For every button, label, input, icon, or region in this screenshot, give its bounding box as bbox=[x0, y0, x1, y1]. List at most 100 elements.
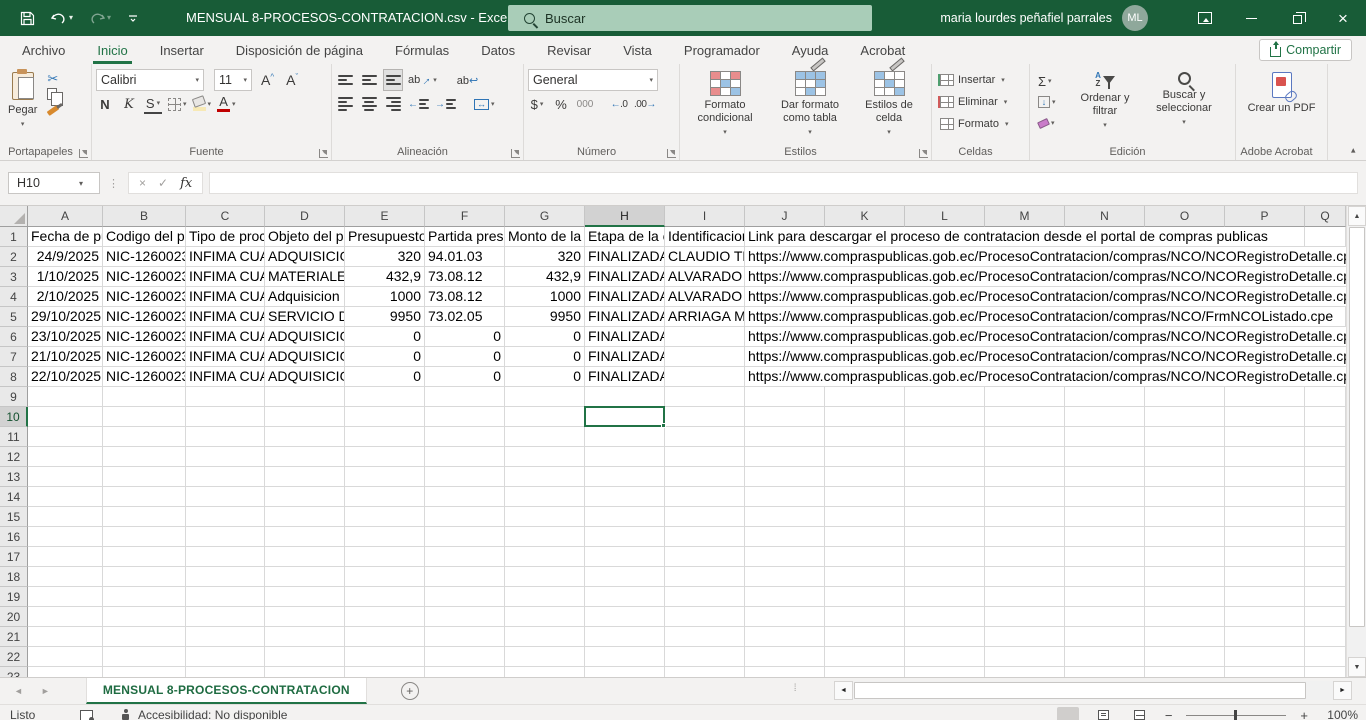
align-bottom-button[interactable] bbox=[384, 70, 402, 90]
cell-G18[interactable] bbox=[505, 567, 585, 587]
font-name-select[interactable]: Calibri bbox=[96, 69, 204, 91]
cell-A4[interactable]: 2/10/2025 bbox=[28, 287, 103, 307]
tab-programador[interactable]: Programador bbox=[668, 36, 776, 64]
column-header-H[interactable]: H bbox=[585, 206, 665, 227]
cell-J19[interactable] bbox=[745, 587, 825, 607]
cell-O21[interactable] bbox=[1145, 627, 1225, 647]
cell-D15[interactable] bbox=[265, 507, 345, 527]
cell-D4[interactable]: Adquisicion bbox=[265, 287, 345, 307]
cell-A16[interactable] bbox=[28, 527, 103, 547]
column-header-P[interactable]: P bbox=[1225, 206, 1305, 227]
cell-D5[interactable]: SERVICIO DE bbox=[265, 307, 345, 327]
cell-N9[interactable] bbox=[1065, 387, 1145, 407]
cell-D7[interactable]: ADQUISICIÓN bbox=[265, 347, 345, 367]
cell-O18[interactable] bbox=[1145, 567, 1225, 587]
zoom-level[interactable]: 100% bbox=[1322, 708, 1358, 720]
cell-B2[interactable]: NIC-1260023 bbox=[103, 247, 186, 267]
cell-G3[interactable]: 432,9 bbox=[505, 267, 585, 287]
cell-H19[interactable] bbox=[585, 587, 665, 607]
cell-C3[interactable]: INFIMA CUANTIA bbox=[186, 267, 265, 287]
sheet-tab-active[interactable]: MENSUAL 8-PROCESOS-CONTRATACION bbox=[86, 678, 367, 704]
cell-K14[interactable] bbox=[825, 487, 905, 507]
cell-K10[interactable] bbox=[825, 407, 905, 427]
cell-N16[interactable] bbox=[1065, 527, 1145, 547]
cell-O23[interactable] bbox=[1145, 667, 1225, 677]
cell-H18[interactable] bbox=[585, 567, 665, 587]
row-header-20[interactable]: 20 bbox=[0, 607, 28, 627]
cell-B19[interactable] bbox=[103, 587, 186, 607]
cell-Q20[interactable] bbox=[1305, 607, 1346, 627]
cell-C13[interactable] bbox=[186, 467, 265, 487]
cell-H22[interactable] bbox=[585, 647, 665, 667]
cell-C1[interactable]: Tipo de proceso bbox=[186, 227, 265, 247]
cell-C11[interactable] bbox=[186, 427, 265, 447]
font-color-button[interactable]: A bbox=[217, 94, 236, 114]
cell-K11[interactable] bbox=[825, 427, 905, 447]
name-box[interactable]: ▾ bbox=[8, 172, 100, 194]
cell-P19[interactable] bbox=[1225, 587, 1305, 607]
format-painter-icon[interactable] bbox=[47, 105, 60, 116]
sheet-nav-left-icon[interactable]: ◄ bbox=[14, 686, 23, 696]
vertical-scroll-thumb[interactable] bbox=[1349, 227, 1365, 627]
redo-button[interactable]: ▾ bbox=[89, 11, 111, 25]
cell-C21[interactable] bbox=[186, 627, 265, 647]
column-header-Q[interactable]: Q bbox=[1305, 206, 1346, 227]
cell-J5[interactable]: https://www.compraspublicas.gob.ec/Proce… bbox=[745, 307, 825, 327]
cell-Q15[interactable] bbox=[1305, 507, 1346, 527]
cell-J8[interactable]: https://www.compraspublicas.gob.ec/Proce… bbox=[745, 367, 825, 387]
cell-H23[interactable] bbox=[585, 667, 665, 677]
cell-P13[interactable] bbox=[1225, 467, 1305, 487]
cell-P22[interactable] bbox=[1225, 647, 1305, 667]
cell-B8[interactable]: NIC-1260023 bbox=[103, 367, 186, 387]
conditional-formatting-button[interactable]: Formato condicional bbox=[684, 68, 766, 142]
cell-F11[interactable] bbox=[425, 427, 505, 447]
cell-E5[interactable]: 9950 bbox=[345, 307, 425, 327]
cell-L19[interactable] bbox=[905, 587, 985, 607]
cell-N10[interactable] bbox=[1065, 407, 1145, 427]
account-area[interactable]: maria lourdes peñafiel parrales ML bbox=[940, 0, 1148, 36]
cell-I20[interactable] bbox=[665, 607, 745, 627]
cell-M13[interactable] bbox=[985, 467, 1065, 487]
share-button[interactable]: Compartir bbox=[1259, 39, 1352, 61]
cell-J1[interactable]: Link para descargar el proceso de contra… bbox=[745, 227, 825, 247]
cell-G5[interactable]: 9950 bbox=[505, 307, 585, 327]
cell-P20[interactable] bbox=[1225, 607, 1305, 627]
row-header-18[interactable]: 18 bbox=[0, 567, 28, 587]
cell-A8[interactable]: 22/10/2025 bbox=[28, 367, 103, 387]
cell-B16[interactable] bbox=[103, 527, 186, 547]
cell-H6[interactable]: FINALIZADA bbox=[585, 327, 665, 347]
cell-P17[interactable] bbox=[1225, 547, 1305, 567]
cell-B15[interactable] bbox=[103, 507, 186, 527]
cell-P18[interactable] bbox=[1225, 567, 1305, 587]
cell-E20[interactable] bbox=[345, 607, 425, 627]
cell-G16[interactable] bbox=[505, 527, 585, 547]
cell-F16[interactable] bbox=[425, 527, 505, 547]
cell-D16[interactable] bbox=[265, 527, 345, 547]
cell-D10[interactable] bbox=[265, 407, 345, 427]
page-layout-view-button[interactable] bbox=[1093, 707, 1115, 720]
redo-caret-icon[interactable]: ▾ bbox=[107, 14, 111, 22]
minimize-button[interactable] bbox=[1228, 0, 1274, 36]
cell-O14[interactable] bbox=[1145, 487, 1225, 507]
cell-G22[interactable] bbox=[505, 647, 585, 667]
cell-A9[interactable] bbox=[28, 387, 103, 407]
cell-O16[interactable] bbox=[1145, 527, 1225, 547]
sort-filter-button[interactable]: AZ Ordenar y filtrar bbox=[1068, 68, 1142, 142]
name-box-input[interactable] bbox=[9, 176, 73, 190]
cell-O19[interactable] bbox=[1145, 587, 1225, 607]
cell-Q11[interactable] bbox=[1305, 427, 1346, 447]
cell-L18[interactable] bbox=[905, 567, 985, 587]
cell-E9[interactable] bbox=[345, 387, 425, 407]
cell-H20[interactable] bbox=[585, 607, 665, 627]
insert-function-icon[interactable]: fx bbox=[180, 176, 192, 191]
font-dialog-launcher-icon[interactable] bbox=[319, 149, 328, 158]
cell-N12[interactable] bbox=[1065, 447, 1145, 467]
cell-F17[interactable] bbox=[425, 547, 505, 567]
cell-A1[interactable]: Fecha de publicacion bbox=[28, 227, 103, 247]
cell-H8[interactable]: FINALIZADA bbox=[585, 367, 665, 387]
cell-E11[interactable] bbox=[345, 427, 425, 447]
cell-E3[interactable]: 432,9 bbox=[345, 267, 425, 287]
cell-P16[interactable] bbox=[1225, 527, 1305, 547]
save-icon[interactable] bbox=[20, 11, 35, 26]
cell-I2[interactable]: CLAUDIO TRU bbox=[665, 247, 745, 267]
